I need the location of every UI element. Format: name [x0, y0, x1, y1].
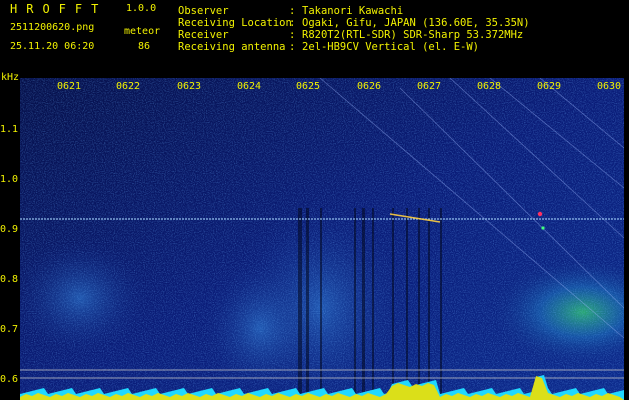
info-value-location: Ogaki, Gifu, JAPAN (136.60E, 35.35N) — [302, 17, 530, 29]
info-separator: : — [289, 17, 296, 29]
spectrogram-canvas — [20, 78, 624, 400]
frequency-tick-label: 0.7 — [0, 324, 19, 335]
spectrogram-plot — [20, 78, 624, 400]
time-tick-label: 0628 — [477, 81, 502, 92]
frequency-tick-label: 1.1 — [0, 124, 19, 135]
interference-streak — [428, 208, 430, 400]
app-name: HROFFT — [10, 2, 108, 16]
meteor-count: 86 — [138, 41, 151, 52]
frequency-unit-label: kHz — [1, 72, 20, 83]
time-tick-label: 0629 — [537, 81, 562, 92]
frequency-tick-label: 0.8 — [0, 274, 19, 285]
info-value-antenna: 2el-HB9CV Vertical (el. E-W) — [302, 41, 480, 53]
time-tick-label: 0627 — [417, 81, 442, 92]
time-tick-label: 0630 — [597, 81, 622, 92]
info-value-receiver: R820T2(RTL-SDR) SDR-Sharp 53.372MHz — [302, 29, 524, 41]
meteor-echo-point — [541, 226, 545, 230]
interference-streak — [354, 208, 356, 400]
info-label-receiver: Receiver — [178, 29, 229, 41]
time-tick-label: 0623 — [177, 81, 202, 92]
header-panel: HROFFT 1.0.0 2511200620.png 25.11.20 06:… — [0, 0, 629, 78]
time-tick-label: 0622 — [116, 81, 141, 92]
time-tick-label: 0621 — [57, 81, 82, 92]
detection-mode: meteor — [124, 26, 161, 37]
interference-streak — [418, 208, 420, 400]
frequency-tick-label: 0.6 — [0, 374, 19, 385]
interference-streak — [298, 208, 302, 400]
app-version: 1.0.0 — [126, 3, 157, 14]
interference-streak — [406, 208, 408, 400]
file-name: 2511200620.png — [10, 22, 95, 33]
time-tick-label: 0624 — [237, 81, 262, 92]
time-tick-label: 0626 — [357, 81, 382, 92]
interference-streak — [392, 208, 394, 400]
info-label-location: Receiving Location — [178, 17, 292, 29]
info-value-observer: Takanori Kawachi — [302, 5, 404, 17]
info-label-antenna: Receiving antenna — [178, 41, 286, 53]
frequency-tick-label: 0.9 — [0, 224, 19, 235]
interference-streak — [320, 208, 322, 400]
info-separator: : — [289, 29, 296, 41]
meteor-echo-point — [537, 211, 543, 217]
info-separator: : — [289, 5, 296, 17]
info-separator: : — [289, 41, 296, 53]
frequency-tick-label: 1.0 — [0, 174, 19, 185]
interference-streak — [440, 208, 442, 400]
time-tick-label: 0625 — [296, 81, 321, 92]
interference-streak — [306, 208, 309, 400]
info-label-observer: Observer — [178, 5, 229, 17]
interference-streak — [362, 208, 365, 400]
interference-streak — [372, 208, 374, 400]
capture-datetime: 25.11.20 06:20 — [10, 41, 95, 52]
